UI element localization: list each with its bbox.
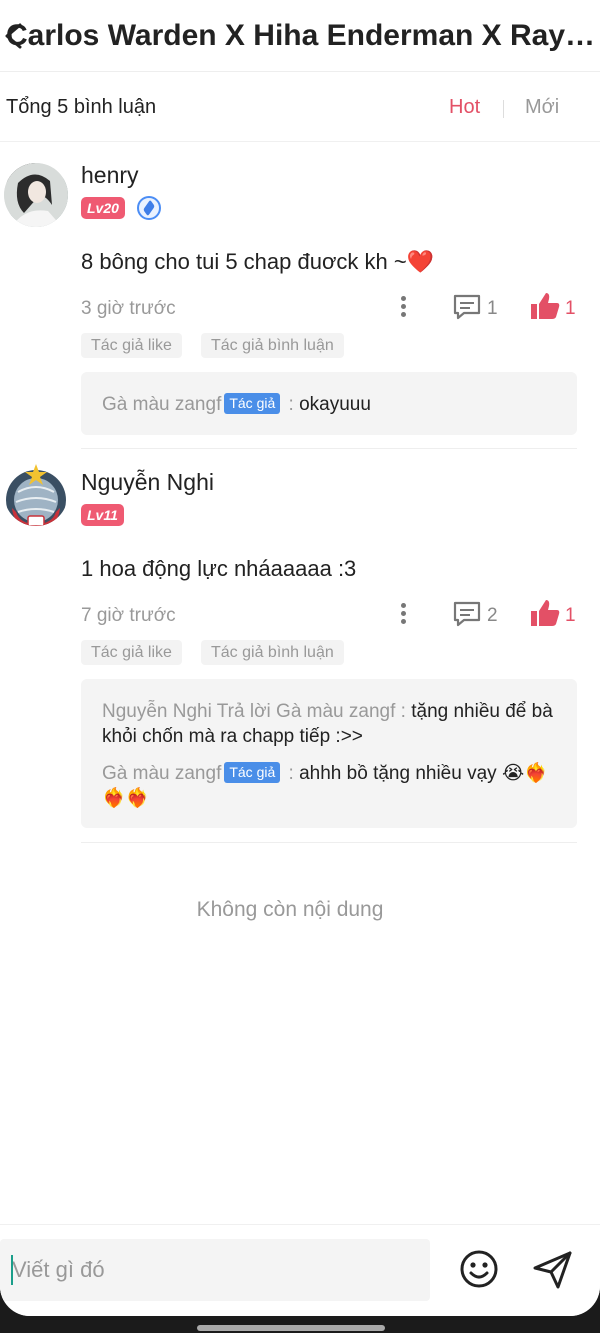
username[interactable]: henry (81, 162, 139, 189)
sort-divider (503, 100, 504, 118)
reply-box[interactable]: Gà màu zangf Tác giả : okayuuu (81, 372, 577, 435)
sort-hot-tab[interactable]: Hot (449, 96, 480, 119)
author-comment-tag: Tác giả bình luận (201, 640, 344, 665)
level-badge: Lv11 (81, 504, 124, 526)
sort-bar: Tổng 5 bình luận Hot Mới (0, 72, 600, 142)
reply-author[interactable]: Gà màu zangf (102, 394, 221, 415)
reply-count: 2 (487, 605, 498, 626)
divider (81, 842, 577, 843)
comment-icon[interactable] (452, 293, 482, 321)
author-like-tag: Tác giả like (81, 333, 182, 358)
page-title: Carlos Warden X Hiha Enderman X Ray En..… (6, 19, 600, 52)
verified-badge-icon (137, 196, 161, 220)
comment-item: henry Lv20 8 bông cho tui 5 chap đuơck k… (0, 150, 600, 450)
avatar-image (4, 163, 68, 227)
more-icon[interactable] (396, 294, 410, 320)
reply-count: 1 (487, 298, 498, 319)
reply-author[interactable]: Nguyễn Nghi Trả lời Gà màu zangf : (102, 701, 406, 722)
divider (81, 448, 577, 449)
reply-box[interactable]: Nguyễn Nghi Trả lời Gà màu zangf : tặng … (81, 679, 577, 828)
level-badge: Lv20 (81, 197, 125, 219)
comment-input[interactable] (0, 1239, 430, 1301)
sort-new-tab[interactable]: Mới (525, 96, 559, 119)
comment-text: 1 hoa động lực nháaaaaa :3 (81, 556, 357, 581)
home-indicator[interactable] (197, 1325, 385, 1331)
comment-time: 7 giờ trước (81, 605, 176, 626)
comment-total: Tổng 5 bình luận (6, 96, 157, 118)
comment-text: 8 bông cho tui 5 chap đuơck kh ~❤️ (81, 249, 435, 274)
avatar[interactable] (4, 163, 68, 227)
comments-screen: Carlos Warden X Hiha Enderman X Ray En..… (0, 0, 600, 1316)
like-icon[interactable] (529, 598, 561, 628)
back-icon[interactable] (0, 22, 28, 50)
avatar[interactable] (4, 462, 68, 526)
emoji-icon[interactable] (459, 1249, 499, 1289)
author-comment-tag: Tác giả bình luận (201, 333, 344, 358)
reply-separator: : (283, 394, 294, 415)
text-caret (11, 1255, 13, 1285)
comment-icon[interactable] (452, 600, 482, 628)
like-count: 1 (565, 298, 576, 319)
reply-author[interactable]: Gà màu zangf (102, 763, 221, 784)
send-icon[interactable] (532, 1249, 574, 1291)
username[interactable]: Nguyễn Nghi (81, 469, 214, 496)
author-like-tag: Tác giả like (81, 640, 182, 665)
composer-bar (0, 1224, 600, 1316)
author-tag: Tác giả (224, 762, 281, 783)
reply-text: okayuuu (299, 394, 371, 415)
reply-line: Gà màu zangf Tác giả : ahhh bồ tặng nhiều… (102, 761, 557, 811)
title-bar: Carlos Warden X Hiha Enderman X Ray En..… (0, 0, 600, 72)
reply-separator: : (283, 763, 294, 784)
avatar-image (6, 464, 66, 526)
comment-item: Nguyễn Nghi Lv11 1 hoa động lực nháaaaaa… (0, 457, 600, 847)
reply-line: Gà màu zangf Tác giả : okayuuu (102, 392, 557, 417)
end-of-list-note: Không còn nội dung (196, 898, 384, 921)
like-icon[interactable] (529, 291, 561, 321)
reply-line: Nguyễn Nghi Trả lời Gà màu zangf : tặng … (102, 699, 557, 749)
more-icon[interactable] (396, 601, 410, 627)
author-tag: Tác giả (224, 393, 281, 414)
like-count: 1 (565, 605, 576, 626)
comment-time: 3 giờ trước (81, 298, 176, 319)
